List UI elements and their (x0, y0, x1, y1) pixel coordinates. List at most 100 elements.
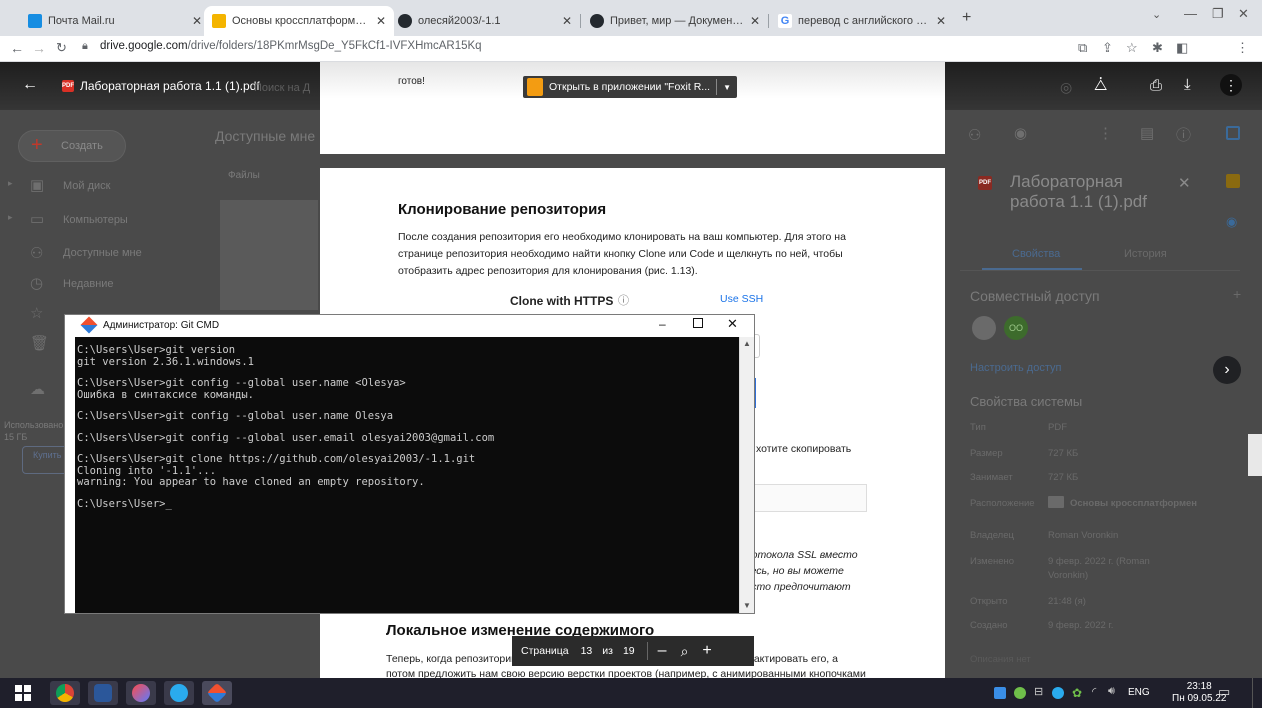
browser-tab[interactable]: олесяй2003/-1.1 ✕ (390, 6, 580, 36)
close-icon[interactable]: ✕ (192, 14, 202, 28)
window-close-icon[interactable]: ✕ (727, 316, 738, 332)
minimize-icon[interactable]: – (659, 317, 666, 331)
tab-properties[interactable]: Свойства (1012, 248, 1060, 260)
forward-icon[interactable]: → (32, 40, 46, 56)
dropdown-arrow-icon[interactable]: ▼ (723, 83, 731, 92)
restore-icon[interactable]: ❐ (1212, 6, 1224, 22)
create-button[interactable]: + Создать (18, 130, 126, 162)
chrome-taskbar-icon[interactable] (50, 681, 80, 705)
close-details-icon[interactable]: ✕ (1178, 174, 1191, 192)
tray-app-icon[interactable]: ⊟ (1034, 685, 1043, 698)
prop-value: Roman Voronkin (1048, 530, 1119, 541)
menu-kebab-icon[interactable]: ⋮ (1236, 40, 1249, 56)
browser-tab[interactable]: Почта Mail.ru ✕ (20, 6, 210, 36)
page-text: готов! (398, 76, 425, 87)
nav-recent[interactable]: Недавние (63, 278, 114, 290)
next-file-chevron-icon[interactable]: › (1213, 356, 1241, 384)
back-icon[interactable]: ← (10, 40, 24, 56)
download-icon[interactable]: ⤓ (1184, 76, 1191, 93)
clone-https-label: Clone with HTTPS (510, 294, 614, 308)
expand-arrow-icon[interactable]: ▸ (8, 178, 13, 189)
new-tab-icon[interactable]: + (962, 9, 971, 27)
zoom-out-icon[interactable]: – (658, 642, 667, 660)
print-icon[interactable]: ⎙ (1150, 77, 1162, 94)
expand-arrow-icon[interactable]: ▸ (8, 212, 13, 223)
tab-label: перевод с английского на русс (798, 15, 930, 27)
wifi-icon[interactable]: ◜ (1092, 685, 1096, 698)
nav-my-drive[interactable]: Мой диск (63, 180, 110, 192)
description-placeholder[interactable]: Описания нет (970, 654, 1031, 665)
console-line: C:\Users\User>git config --global user.e… (77, 431, 495, 444)
scroll-down-icon[interactable]: ▼ (743, 601, 751, 610)
paragraph-line: отобразить адрес репозитория для клониро… (398, 265, 698, 277)
tasks-icon[interactable]: ◉ (1226, 214, 1237, 230)
buy-storage-button[interactable]: Купить место (22, 446, 89, 474)
git-cmd-taskbar-icon[interactable] (202, 681, 232, 705)
more-dots-icon[interactable]: ⋮ (1098, 124, 1113, 142)
browser-tab-active[interactable]: Основы кроссплатформенного ✕ (204, 6, 394, 36)
extensions-icon[interactable]: ✱ (1152, 40, 1163, 56)
my-drive-icon: ▣ (30, 177, 45, 194)
prop-value[interactable]: Основы кроссплатформен (1070, 498, 1197, 509)
volume-icon[interactable]: 🔊︎ (1108, 685, 1115, 698)
keep-icon[interactable] (1226, 174, 1240, 188)
tray-app-icon[interactable]: ✿ (1072, 686, 1082, 700)
comment-icon[interactable]: ◎ (1060, 79, 1072, 96)
sidepanel-icon[interactable]: ◧ (1176, 40, 1188, 56)
tray-app-icon[interactable] (1014, 687, 1026, 699)
add-person-icon[interactable]: ⚇ (968, 126, 981, 144)
install-icon[interactable]: ⧉ (1078, 40, 1087, 56)
console-scrollbar[interactable]: ▲ ▼ (739, 337, 754, 613)
window-titlebar[interactable]: Администратор: Git CMD – ✕ (65, 315, 754, 337)
close-icon[interactable]: ✕ (750, 14, 760, 28)
list-view-icon[interactable]: ▤ (1140, 124, 1154, 142)
more-options-icon[interactable]: ⋮ (1220, 74, 1242, 96)
language-indicator[interactable]: ENG (1128, 687, 1150, 698)
open-in-foxit-button[interactable]: Открыть в приложении "Foxit R... ▼ (523, 76, 737, 98)
system-clock[interactable]: 23:18 Пн 09.05.22 (1172, 681, 1226, 705)
close-icon[interactable]: ✕ (936, 14, 946, 28)
file-thumbnail[interactable] (220, 200, 318, 310)
browser-tab[interactable]: Привет, мир — Документы GitH ✕ (582, 6, 768, 36)
maximize-icon[interactable] (693, 318, 703, 328)
manage-access-link[interactable]: Настроить доступ (970, 362, 1061, 374)
nav-shared[interactable]: Доступные мне (63, 247, 142, 259)
console-line: C:\Users\User>git clone https://github.c… (77, 453, 476, 465)
info-icon[interactable]: ⓘ (1176, 124, 1191, 145)
window-close-icon[interactable]: ✕ (1238, 6, 1249, 22)
tab-search-icon[interactable]: ⌄ (1152, 8, 1161, 21)
windows-start-icon[interactable] (8, 681, 38, 705)
minimize-icon[interactable]: — (1184, 6, 1197, 21)
preview-eye-icon[interactable]: ◉ (1014, 124, 1027, 142)
show-desktop-button[interactable] (1252, 678, 1256, 708)
prop-key: Занимает (970, 472, 1013, 483)
yandex-browser-taskbar-icon[interactable] (126, 681, 156, 705)
avatar: OO (1004, 316, 1028, 340)
prop-key: Изменено (970, 556, 1015, 567)
telegram-taskbar-icon[interactable] (164, 681, 194, 705)
close-viewer-back-icon[interactable]: ← (22, 76, 38, 94)
zoom-magnifier-icon[interactable]: ⌕ (681, 643, 689, 660)
add-addon-icon[interactable]: + (1233, 286, 1241, 302)
close-icon[interactable]: ✕ (376, 14, 386, 28)
prop-value: 9 февр. 2022 г. (Roman (1048, 556, 1150, 567)
console-output[interactable]: C:\Users\User>git version git version 2.… (75, 337, 739, 613)
reload-icon[interactable]: ↻ (56, 40, 67, 56)
close-icon[interactable]: ✕ (562, 14, 572, 28)
scroll-up-icon[interactable]: ▲ (743, 339, 751, 348)
calendar-icon[interactable] (1226, 126, 1240, 140)
prop-value: 727 КБ (1048, 448, 1079, 459)
word-taskbar-icon[interactable] (88, 681, 118, 705)
url-field[interactable]: drive.google.com/drive/folders/18PKmrMsg… (100, 40, 482, 52)
zoom-in-icon[interactable]: + (702, 642, 711, 660)
nav-computers[interactable]: Компьютеры (63, 214, 128, 226)
tray-app-icon[interactable] (994, 687, 1006, 699)
page-current[interactable]: 13 (581, 645, 593, 657)
bookmark-star-icon[interactable]: ☆ (1126, 40, 1138, 56)
add-to-drive-icon[interactable]: ⧊ (1094, 77, 1107, 94)
side-panel-handle[interactable] (1248, 434, 1262, 476)
tab-history[interactable]: История (1124, 248, 1167, 260)
browser-tab[interactable]: G перевод с английского на русс ✕ (770, 6, 954, 36)
telegram-tray-icon[interactable] (1052, 687, 1064, 699)
share-icon[interactable]: ⇪ (1102, 40, 1113, 56)
